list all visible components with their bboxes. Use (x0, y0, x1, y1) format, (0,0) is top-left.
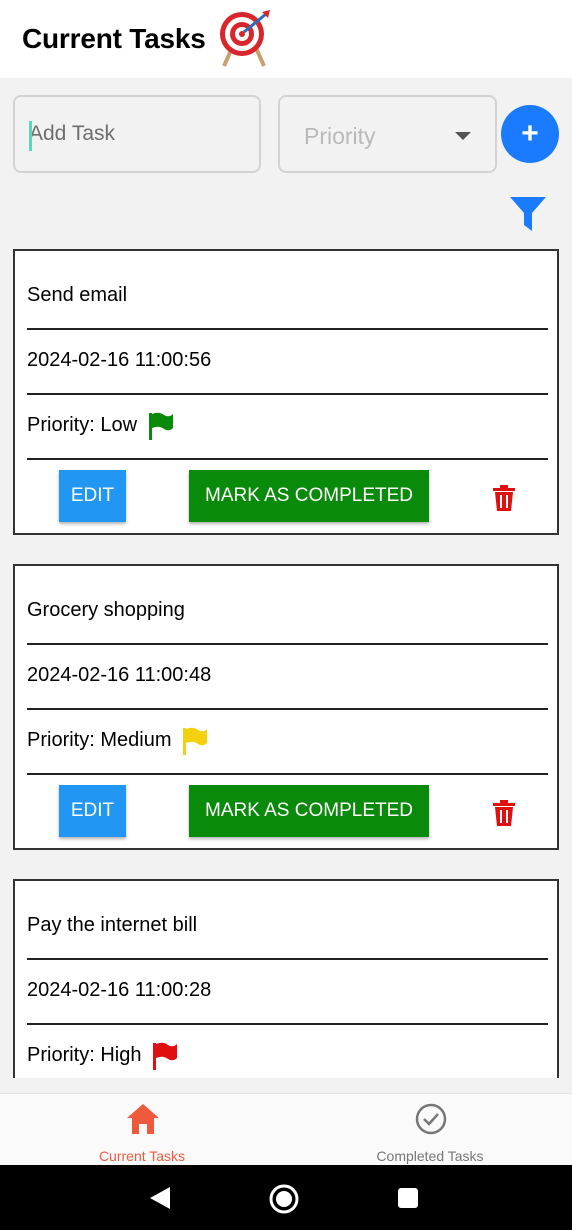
add-task-input[interactable] (15, 97, 249, 171)
task-list[interactable]: Send email 2024-02-16 11:00:56 Priority:… (0, 249, 572, 1078)
page-title: Current Tasks (22, 23, 206, 54)
recents-icon[interactable] (397, 1187, 419, 1209)
task-card: Send email 2024-02-16 11:00:56 Priority:… (13, 249, 559, 535)
task-card: Grocery shopping 2024-02-16 11:00:48 Pri… (13, 564, 559, 850)
priority-placeholder: Priority (304, 123, 376, 149)
trash-icon[interactable] (492, 800, 516, 826)
priority-dropdown[interactable]: Priority (278, 95, 497, 173)
bottom-navigation: Current Tasks Completed Tasks (0, 1093, 572, 1166)
home-icon (127, 1104, 159, 1134)
text-cursor (29, 121, 32, 151)
system-navigation-bar (0, 1165, 572, 1230)
trash-icon[interactable] (492, 485, 516, 511)
task-date: 2024-02-16 11:00:48 (27, 643, 548, 710)
edit-button[interactable]: EDIT (59, 470, 126, 522)
add-task-field[interactable] (13, 95, 261, 173)
nav-current-tasks[interactable]: Current Tasks (42, 1094, 242, 1166)
task-card: Pay the internet bill 2024-02-16 11:00:2… (13, 879, 559, 1078)
mark-completed-button[interactable]: MARK AS COMPLETED (189, 470, 429, 522)
back-icon[interactable] (148, 1185, 172, 1211)
filter-icon[interactable] (508, 195, 548, 233)
task-priority: Priority: High (27, 1023, 548, 1078)
app-header: Current Tasks (0, 0, 572, 78)
nav-completed-label: Completed Tasks (376, 1148, 484, 1164)
task-title: Grocery shopping (27, 578, 548, 645)
edit-button[interactable]: EDIT (59, 785, 126, 837)
flag-icon (149, 412, 174, 440)
task-priority: Priority: Medium (27, 708, 548, 775)
task-title: Pay the internet bill (27, 893, 548, 960)
task-title: Send email (27, 263, 548, 330)
task-date: 2024-02-16 11:00:28 (27, 958, 548, 1025)
nav-completed-tasks[interactable]: Completed Tasks (330, 1094, 530, 1166)
target-dart-icon (219, 10, 270, 67)
mark-completed-button[interactable]: MARK AS COMPLETED (189, 785, 429, 837)
add-task-button[interactable]: + (501, 105, 559, 163)
task-priority: Priority: Low (27, 393, 548, 460)
nav-current-label: Current Tasks (98, 1148, 186, 1164)
task-date: 2024-02-16 11:00:56 (27, 328, 548, 395)
check-circle-icon (415, 1103, 447, 1135)
flag-icon (153, 1042, 178, 1070)
chevron-down-icon (455, 132, 471, 140)
home-button-icon[interactable] (268, 1183, 300, 1215)
plus-icon: + (521, 117, 539, 150)
flag-icon (183, 727, 208, 755)
